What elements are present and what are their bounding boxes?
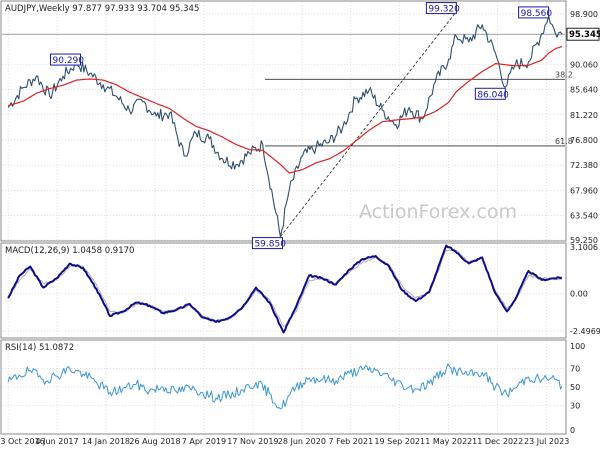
price-panel-title: AUDJPY,Weekly 97.877 97.933 93.704 95.34… (5, 4, 199, 14)
macd-panel-title: MACD(12,26,9) 1.0458 0.9170 (5, 246, 134, 256)
price-y-tick-label: 76.800 (570, 136, 598, 145)
price-annotation-label: 86.040 (477, 90, 509, 100)
price-y-tick-label: 90.060 (570, 60, 598, 69)
price-y-tick-label: 98.900 (570, 10, 598, 19)
x-tick-label: 26 Aug 2018 (129, 437, 180, 446)
moving-average-line (7, 45, 563, 174)
rsi-y-tick-label: 100 (570, 342, 585, 351)
price-annotation-label: 90.290 (53, 56, 85, 66)
x-tick-label: 28 Jun 2020 (278, 437, 326, 446)
price-annotation-label: 99.320 (428, 5, 460, 15)
x-tick-label: 7 Apr 2019 (182, 437, 226, 446)
x-tick-label: 4 Jun 2017 (36, 437, 79, 446)
rsi-y-tick-label: 70 (570, 365, 580, 374)
x-tick-label: 11 Dec 2022 (472, 437, 523, 446)
rsi-y-tick-label: 0 (570, 426, 575, 435)
price-annotation-label: 59.850 (254, 240, 286, 250)
price-y-tick-label: 67.960 (570, 186, 598, 195)
rsi-panel-title: RSI(14) 51.0872 (5, 343, 74, 353)
chart-canvas: ActionForex.com 38.261.8 90.29059.85099.… (0, 0, 600, 446)
x-tick-label: 23 Jul 2023 (524, 437, 569, 446)
x-tick-label: 19 Sep 2021 (374, 437, 425, 446)
x-tick-label: 17 Nov 2019 (227, 437, 278, 446)
rsi-y-tick-label: 30 (570, 401, 580, 410)
watermark-text: ActionForex.com (359, 201, 517, 223)
price-y-tick-label: 72.380 (570, 161, 598, 170)
macd-y-tick-label: -2.4969 (570, 327, 600, 336)
rsi-line (7, 363, 563, 410)
price-annotation-label: 98.560 (521, 9, 553, 19)
last-price-label: 95.345 (569, 30, 600, 40)
macd-y-tick-label: 3.1006 (570, 243, 598, 252)
rsi-panel-frame (0, 339, 567, 435)
macd-signal-line (7, 249, 563, 327)
macd-y-tick-label: 0.00 (570, 290, 588, 299)
x-tick-label: 14 Jan 2018 (82, 437, 130, 446)
axis-layer: 23 Oct 20164 Jun 2017 14 Jan 2018 26 Aug 2… (0, 10, 600, 446)
x-tick-label: 1 May 2022 (425, 437, 472, 446)
price-y-tick-label: 85.640 (570, 86, 598, 95)
price-y-tick-label: 81.220 (570, 111, 598, 120)
fibonacci-label: 38.2 (555, 70, 573, 79)
macd-line (7, 244, 563, 334)
price-y-tick-label: 63.540 (570, 212, 598, 221)
rsi-y-tick-label: 50 (570, 383, 580, 392)
watermark-layer: ActionForex.com (359, 201, 517, 223)
x-tick-label: 7 Feb 2021 (328, 437, 373, 446)
